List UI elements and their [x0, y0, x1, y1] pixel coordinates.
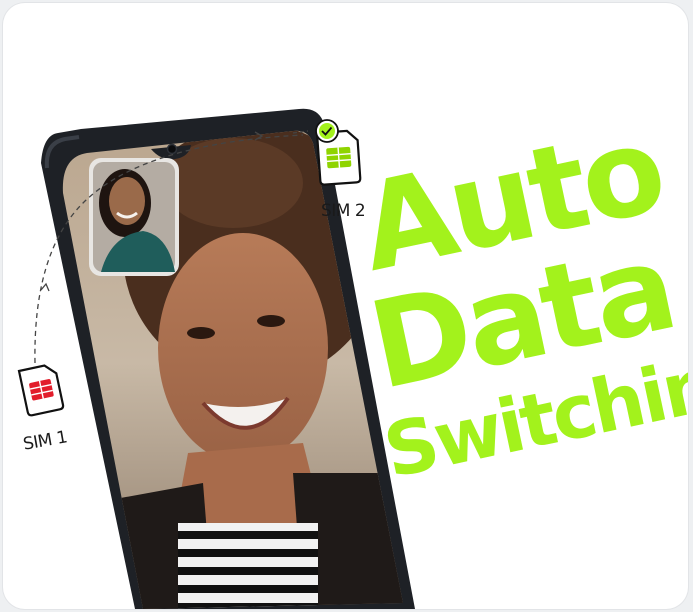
headline: Auto Data Switching	[321, 100, 688, 573]
striped-shirt	[178, 523, 318, 609]
video-call-thumbnail	[89, 158, 179, 276]
checkmark-badge-icon	[315, 119, 339, 143]
front-camera-icon	[166, 143, 178, 155]
promo-card: SIM 1 SIM 2 Auto Data Switching	[3, 3, 688, 609]
sim-card-red-icon	[17, 364, 65, 417]
